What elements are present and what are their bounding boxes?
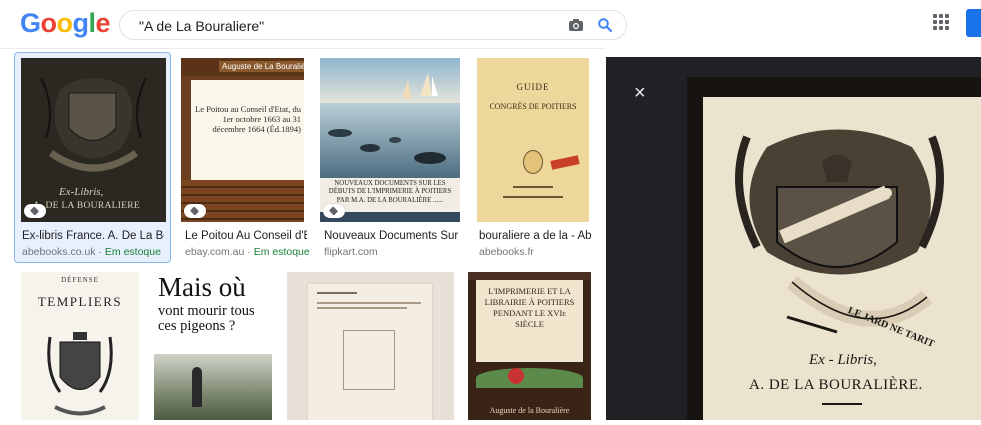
result-card[interactable]: L'IMPRIMERIE ET LA LIBRAIRIE À POITIERS … (468, 272, 591, 420)
viewer-text-2: A. DE LA BOURALIÈRE. (749, 377, 923, 393)
camera-icon[interactable] (568, 18, 584, 32)
result-thumbnail[interactable]: Ex-Libris, A. DE LA BOURALIERE (21, 58, 166, 222)
logo-letter: l (88, 8, 97, 38)
source-domain: abebooks.fr (479, 246, 534, 258)
apps-grid-icon[interactable] (933, 14, 949, 30)
thumb-text-2: A. DE LA BOURALIERE (33, 201, 141, 211)
product-tag-icon (323, 204, 345, 218)
logo-letter: o (56, 8, 74, 38)
result-thumbnail[interactable] (287, 272, 454, 420)
source-domain: ebay.com.au (185, 246, 245, 258)
result-card[interactable]: Auguste de La Bouralière Le Poitou au Co… (181, 58, 310, 261)
thumb-text-2: Le Poitou au Conseil d'Etat, du 1er octo… (195, 104, 301, 134)
thumb-text-1: Ex-Libris, (59, 186, 104, 198)
product-tag-icon (184, 204, 206, 218)
result-card[interactable]: GUIDE CONGRÈS DE POITIERS bouraliere a d… (477, 58, 591, 261)
result-card[interactable]: Mais où vont mourir tous ces pigeons ? (154, 272, 272, 420)
viewer-image[interactable]: LE JARD NE TARIT Ex - Libris, A. DE LA B… (687, 77, 981, 420)
result-thumbnail[interactable]: DÉFENSE TEMPLIERS (21, 272, 139, 420)
thumb-text-1: DÉFENSE (61, 276, 99, 284)
result-caption[interactable]: Le Poitou Au Conseil d'Et... (185, 230, 307, 242)
logo-letter: o (40, 8, 58, 38)
result-card[interactable] (287, 272, 454, 420)
logo-letter: G (20, 8, 41, 38)
result-thumbnail[interactable]: Nouveaux Documents Sur Les Débuts De L'i… (320, 58, 460, 222)
close-icon[interactable]: × (634, 83, 646, 103)
result-caption[interactable]: bouraliere a de la - Abe... (479, 230, 591, 242)
thumb-text-2: Auguste de la Bouralière (489, 406, 570, 415)
search-icon[interactable] (597, 17, 613, 33)
thumb-text-1: Nouveaux Documents Sur Les Débuts De L'i… (328, 180, 452, 195)
result-source[interactable]: abebooks.fr (479, 246, 534, 258)
stock-status: Em estoque (253, 246, 310, 258)
logo-letter: e (95, 8, 111, 38)
result-source[interactable]: flipkart.com (324, 246, 378, 258)
source-domain: abebooks.co.uk (22, 246, 96, 258)
thumb-text-2: CONGRÈS DE POITIERS (489, 102, 577, 111)
coat-of-arms-image (47, 332, 113, 416)
image-viewer-panel: × LE JARD NE TARIT Ex - Libris, A. DE LA… (606, 57, 981, 420)
source-domain: flipkart.com (324, 246, 378, 258)
result-caption[interactable]: Ex-libris France. A. De La Bour... (22, 230, 164, 242)
divider (0, 48, 605, 49)
logo-letter: g (72, 8, 90, 38)
thumb-text-1: Auguste de La Bouralière (219, 61, 304, 72)
search-box[interactable]: "A de La Bouraliere" (119, 10, 627, 40)
thumb-text-1: Mais où (158, 272, 246, 302)
google-logo[interactable]: Google (20, 8, 111, 39)
result-thumbnail[interactable]: GUIDE CONGRÈS DE POITIERS (477, 58, 589, 222)
result-thumbnail[interactable]: Auguste de La Bouralière Le Poitou au Co… (181, 58, 304, 222)
sign-in-button[interactable] (966, 9, 981, 37)
search-input[interactable]: "A de La Bouraliere" (139, 18, 264, 34)
result-thumbnail[interactable]: L'IMPRIMERIE ET LA LIBRAIRIE À POITIERS … (468, 272, 591, 420)
result-card[interactable]: Ex-Libris, A. DE LA BOURALIERE Ex-libris… (21, 58, 166, 261)
thumb-text-2: TEMPLIERS (37, 294, 123, 309)
thumb-text-1: L'IMPRIMERIE ET LA LIBRAIRIE À POITIERS … (484, 286, 575, 329)
result-card[interactable]: Nouveaux Documents Sur Les Débuts De L'i… (320, 58, 460, 261)
result-caption[interactable]: Nouveaux Documents Sur Le... (324, 230, 460, 242)
result-source[interactable]: abebooks.co.uk · Em estoque (22, 246, 161, 258)
viewer-text-1: Ex - Libris, (809, 352, 877, 368)
product-tag-icon (24, 204, 46, 218)
result-card[interactable]: DÉFENSE TEMPLIERS (21, 272, 139, 420)
result-source[interactable]: ebay.com.au · Em estoque (185, 246, 310, 258)
thumb-text-2: Par M.A. De La Bouralière ...... (336, 197, 444, 204)
thumb-text-1: GUIDE (516, 82, 550, 92)
thumb-text-2: vont mourir tous ces pigeons ? (158, 303, 255, 334)
stock-status: Em estoque (104, 246, 161, 258)
top-bar: Google "A de La Bouraliere" (0, 0, 981, 48)
result-thumbnail[interactable]: Mais où vont mourir tous ces pigeons ? (154, 272, 272, 420)
